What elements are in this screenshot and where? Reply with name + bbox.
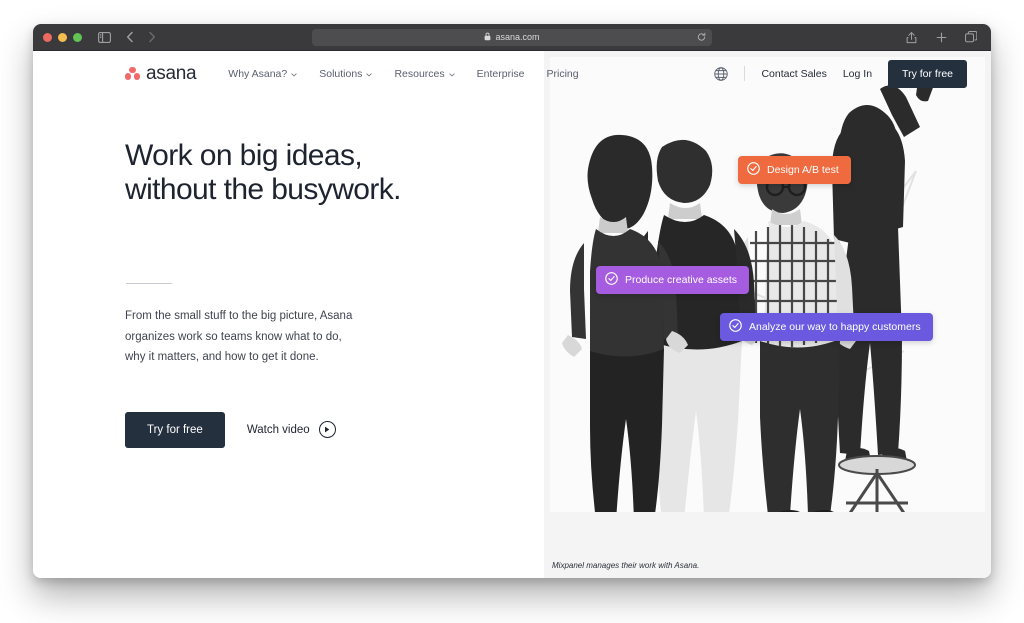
chevron-down-icon bbox=[449, 68, 455, 80]
chevron-right-icon[interactable] bbox=[142, 27, 162, 47]
reload-icon[interactable] bbox=[697, 32, 706, 42]
image-caption: Mixpanel manages their work with Asana. bbox=[552, 561, 700, 570]
nav-item-label: Why Asana? bbox=[228, 67, 288, 80]
nav-item-label: Pricing bbox=[546, 67, 579, 80]
page-title: Work on big ideas, without the busywork. bbox=[125, 139, 401, 207]
nav-item-enterprise[interactable]: Enterprise bbox=[477, 68, 525, 80]
browser-toolbar: asana.com bbox=[33, 24, 991, 51]
site-navigation: asana Why Asana? Solutions Resources Ent… bbox=[33, 51, 991, 96]
watch-video-button[interactable]: Watch video bbox=[246, 421, 336, 439]
nav-item-label: Resources bbox=[394, 67, 445, 80]
minimize-window-button[interactable] bbox=[58, 32, 67, 42]
badge-produce-creative-assets[interactable]: Produce creative assets bbox=[596, 266, 750, 294]
page-content: asana Why Asana? Solutions Resources Ent… bbox=[33, 51, 991, 578]
asana-logo[interactable]: asana bbox=[125, 62, 197, 85]
try-for-free-hero-button[interactable]: Try for free bbox=[125, 411, 225, 448]
check-circle-icon bbox=[747, 162, 760, 178]
asana-logo-mark-icon bbox=[125, 67, 140, 80]
nav-links: Why Asana? Solutions Resources Enterpris… bbox=[228, 68, 578, 80]
address-bar-content: asana.com bbox=[484, 32, 540, 43]
asana-logo-text: asana bbox=[146, 62, 197, 84]
hero-image-panel: Design A/B test Produce creative assets bbox=[544, 51, 991, 578]
maximize-window-button[interactable] bbox=[73, 32, 82, 42]
url-text: asana.com bbox=[495, 32, 540, 42]
chevron-down-icon bbox=[366, 68, 373, 80]
share-icon[interactable] bbox=[901, 27, 921, 47]
globe-icon[interactable] bbox=[714, 66, 729, 81]
nav-item-label: Solutions bbox=[319, 67, 363, 80]
try-for-free-nav-button[interactable]: Try for free bbox=[888, 59, 967, 88]
traffic-lights bbox=[43, 32, 82, 42]
navigation-arrows bbox=[120, 27, 162, 47]
badge-analyze-happy-customers[interactable]: Analyze our way to happy customers bbox=[720, 313, 933, 341]
nav-item-pricing[interactable]: Pricing bbox=[547, 68, 579, 80]
hero-copy-panel: Work on big ideas, without the busywork.… bbox=[33, 51, 544, 578]
chevron-down-icon bbox=[291, 68, 297, 80]
lock-icon bbox=[484, 32, 491, 43]
check-circle-icon bbox=[605, 272, 618, 288]
badge-design-ab-test[interactable]: Design A/B test bbox=[738, 156, 851, 184]
nav-item-label: Enterprise bbox=[476, 67, 525, 80]
plus-icon[interactable] bbox=[931, 27, 951, 47]
badge-label: Analyze our way to happy customers bbox=[749, 321, 921, 333]
toolbar-right-actions bbox=[901, 27, 981, 47]
browser-window: asana.com asana Why Asana? Solutions Res… bbox=[33, 24, 991, 578]
contact-sales-link[interactable]: Contact Sales bbox=[761, 68, 826, 80]
nav-item-solutions[interactable]: Solutions bbox=[319, 67, 373, 80]
check-circle-icon bbox=[729, 319, 742, 335]
nav-item-why-asana[interactable]: Why Asana? bbox=[228, 68, 297, 80]
tabs-icon[interactable] bbox=[961, 27, 981, 47]
nav-item-resources[interactable]: Resources bbox=[394, 67, 455, 80]
hero-subcopy: From the small stuff to the big picture,… bbox=[125, 310, 353, 364]
watch-video-label: Watch video bbox=[246, 423, 310, 436]
sidebar-icon[interactable] bbox=[94, 27, 114, 47]
close-window-button[interactable] bbox=[43, 32, 52, 42]
log-in-link[interactable]: Log In bbox=[843, 68, 872, 80]
divider bbox=[126, 283, 172, 285]
chevron-left-icon[interactable] bbox=[120, 27, 140, 47]
badge-label: Produce creative assets bbox=[625, 274, 738, 286]
nav-right-actions: Contact Sales Log In Try for free bbox=[714, 59, 967, 88]
address-bar[interactable]: asana.com bbox=[312, 28, 712, 46]
badge-label: Design A/B test bbox=[767, 164, 839, 176]
nav-divider bbox=[744, 66, 746, 81]
play-icon bbox=[318, 421, 336, 439]
cta-row: Try for free Watch video bbox=[125, 411, 544, 448]
